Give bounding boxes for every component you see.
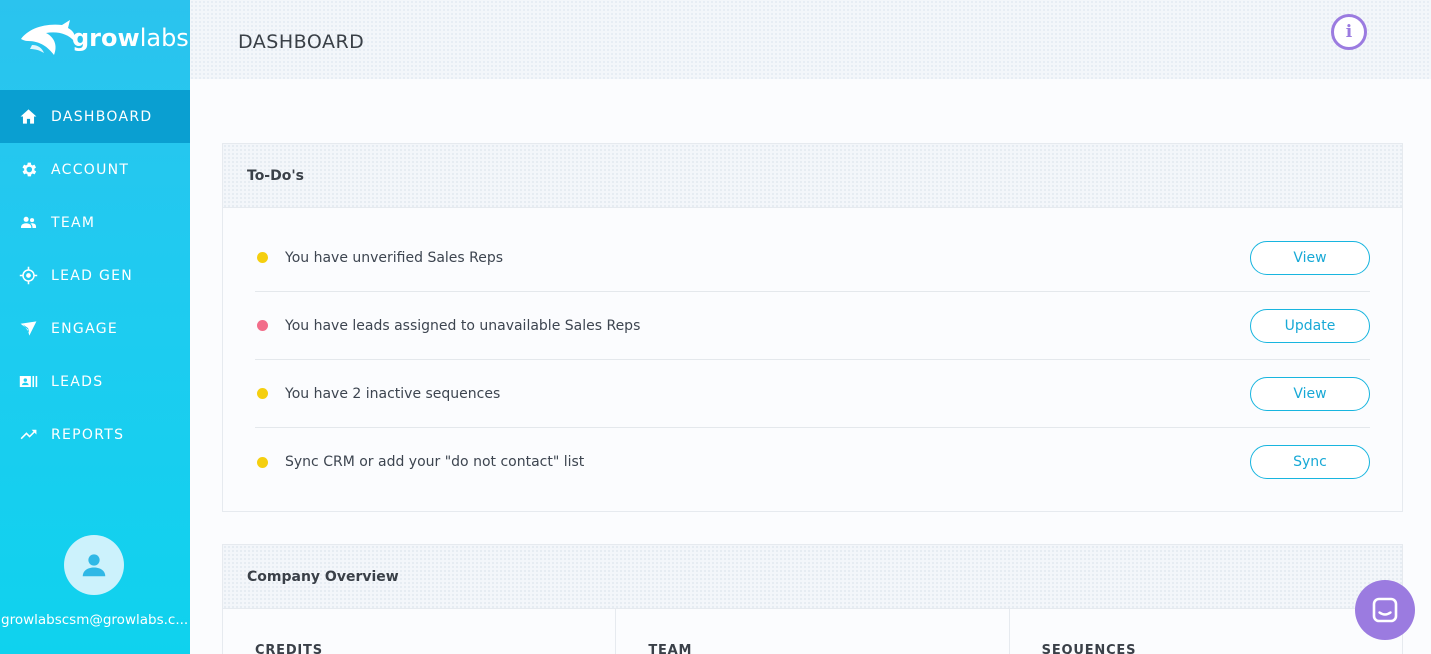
company-overview-card: Company Overview CREDITS TEAM SEQUENCES	[222, 544, 1403, 654]
sidebar-item-label: DASHBOARD	[51, 108, 153, 125]
view-sequences-button[interactable]: View	[1250, 376, 1370, 411]
update-leads-button[interactable]: Update	[1250, 308, 1370, 343]
sidebar-item-leads[interactable]: LEADS	[0, 355, 190, 408]
status-dot-icon	[257, 320, 268, 331]
sidebar-item-account[interactable]: ACCOUNT	[0, 143, 190, 196]
logo-text: growlabs	[72, 24, 189, 52]
chat-launcher-button[interactable]	[1355, 580, 1415, 640]
sidebar-item-reports[interactable]: REPORTS	[0, 408, 190, 461]
avatar[interactable]	[64, 535, 124, 595]
todo-item: You have unverified Sales Reps View	[255, 224, 1370, 292]
status-dot-icon	[257, 388, 268, 399]
status-dot-icon	[257, 252, 268, 263]
todo-item: Sync CRM or add your "do not contact" li…	[255, 428, 1370, 496]
trending-up-icon	[18, 425, 38, 445]
info-icon: i	[1345, 22, 1353, 42]
todo-item: You have 2 inactive sequences View	[255, 360, 1370, 428]
todo-text: You have unverified Sales Reps	[285, 249, 504, 266]
target-icon	[18, 266, 38, 286]
dolphin-logo-icon	[21, 20, 75, 55]
sidebar-item-label: LEAD GEN	[51, 267, 134, 284]
chat-icon	[1372, 597, 1398, 623]
sync-crm-button[interactable]: Sync	[1250, 445, 1370, 479]
view-unverified-reps-button[interactable]: View	[1250, 240, 1370, 275]
sidebar: growlabs DASHBOARD ACCOUNT TEAM LEAD GEN…	[0, 0, 190, 654]
sidebar-item-label: ACCOUNT	[51, 161, 130, 178]
todo-text: You have 2 inactive sequences	[285, 385, 501, 402]
todo-card: To-Do's You have unverified Sales Reps V…	[222, 143, 1403, 512]
todo-card-title: To-Do's	[223, 144, 1402, 208]
sequences-column-heading: SEQUENCES	[1041, 643, 1137, 654]
page-header: DASHBOARD i	[190, 0, 1431, 79]
credits-column-heading: CREDITS	[223, 609, 617, 654]
sidebar-item-label: ENGAGE	[51, 320, 118, 337]
sidebar-item-label: REPORTS	[51, 426, 125, 443]
people-icon	[18, 213, 38, 233]
gear-icon	[18, 160, 38, 180]
sidebar-item-lead-gen[interactable]: LEAD GEN	[0, 249, 190, 302]
user-icon	[82, 554, 106, 577]
todo-text: You have leads assigned to unavailable S…	[285, 317, 641, 334]
sidebar-item-team[interactable]: TEAM	[0, 196, 190, 249]
contact-card-icon	[18, 372, 38, 392]
growlabs-logo[interactable]: growlabs	[18, 16, 189, 60]
todo-text: Sync CRM or add your "do not contact" li…	[285, 454, 585, 470]
status-dot-icon	[257, 456, 268, 468]
sidebar-nav: DASHBOARD ACCOUNT TEAM LEAD GEN ENGAGE L…	[0, 90, 190, 461]
home-icon	[18, 107, 38, 127]
sidebar-item-label: TEAM	[51, 214, 96, 231]
info-button[interactable]: i	[1331, 14, 1367, 50]
company-overview-columns: CREDITS TEAM SEQUENCES	[223, 609, 1402, 654]
sidebar-item-dashboard[interactable]: DASHBOARD	[0, 90, 190, 143]
todo-item: You have leads assigned to unavailable S…	[255, 292, 1370, 360]
sidebar-item-label: LEADS	[51, 373, 104, 390]
sidebar-item-engage[interactable]: ENGAGE	[0, 302, 190, 355]
company-overview-title: Company Overview	[223, 545, 1402, 609]
send-icon	[18, 319, 38, 339]
page-title: DASHBOARD	[238, 31, 365, 53]
todo-list: You have unverified Sales Reps View You …	[223, 208, 1402, 496]
team-column-heading: TEAM	[616, 609, 1010, 654]
user-email[interactable]: growlabscsm@growlabs.c...	[0, 612, 190, 628]
